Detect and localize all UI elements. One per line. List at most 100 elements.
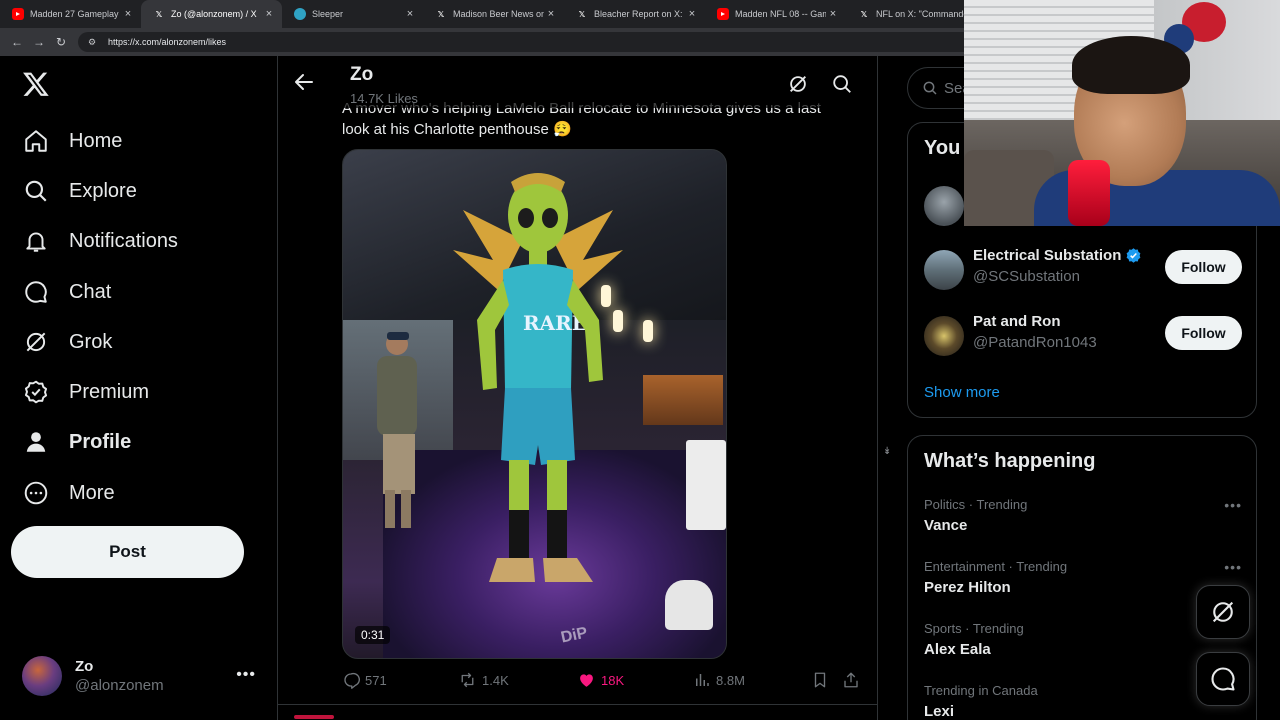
repost-button[interactable]: 1.4K <box>458 668 509 692</box>
avatar <box>924 186 964 226</box>
user-handle: @PatandRon1043 <box>973 334 1097 351</box>
card-title: What’s happening <box>924 450 1096 472</box>
bell-icon <box>22 227 50 255</box>
close-tab-icon[interactable]: × <box>262 8 276 20</box>
browser-tab[interactable]: Madden 27 Gameplay H2H × <box>0 0 141 28</box>
account-switcher[interactable]: Zo @alonzonem ••• <box>22 654 262 698</box>
left-navigation: Home Explore Notifications Chat Grok Pre… <box>0 56 278 720</box>
forward-arrow-icon[interactable]: → <box>28 31 50 53</box>
nav-home[interactable]: Home <box>22 121 122 161</box>
grok-icon <box>1212 601 1234 623</box>
reply-button[interactable]: 571 <box>342 668 387 692</box>
account-name: Zo <box>75 658 94 675</box>
browser-tab[interactable]: Madden NFL 08 -- Gamep × <box>705 0 846 28</box>
nav-chat[interactable]: Chat <box>22 272 111 312</box>
site-info-icon[interactable]: ⚙ <box>88 37 100 47</box>
chat-floating-button[interactable] <box>1196 652 1250 706</box>
heart-filled-icon <box>580 674 593 687</box>
nav-premium[interactable]: Premium <box>22 372 149 412</box>
likes-count: 14.7K Likes <box>350 91 418 106</box>
x-icon: 𝕏 <box>860 9 868 19</box>
tweet-actions: 571 1.4K 18K 8.8M <box>342 668 862 692</box>
home-icon <box>22 127 50 155</box>
like-button[interactable]: 18K <box>577 668 624 692</box>
bar-chart-icon <box>696 674 709 686</box>
browser-tab-active[interactable]: 𝕏 Zo (@alonzonem) / X × <box>141 0 282 28</box>
kettle <box>665 580 713 630</box>
x-icon: 𝕏 <box>578 9 586 19</box>
x-icon: 𝕏 <box>437 9 445 19</box>
webcam-overlay <box>964 0 1280 226</box>
reload-icon[interactable]: ↻ <box>50 31 72 53</box>
sleeper-icon <box>294 8 306 20</box>
nav-grok[interactable]: Grok <box>22 322 112 362</box>
avatar <box>22 656 62 696</box>
close-tab-icon[interactable]: × <box>544 8 558 20</box>
back-arrow-icon[interactable]: ← <box>6 31 28 53</box>
close-tab-icon[interactable]: × <box>826 8 840 20</box>
search-icon <box>22 177 50 205</box>
user-name: Pat and Ron <box>973 313 1061 330</box>
chat-icon <box>1211 667 1235 691</box>
youtube-icon <box>12 8 24 20</box>
nav-explore[interactable]: Explore <box>22 171 137 211</box>
follow-button[interactable]: Follow <box>1165 316 1242 350</box>
account-handle: @alonzonem <box>75 677 164 694</box>
card-title: You <box>924 137 961 159</box>
paper-towel <box>686 440 726 530</box>
share-button[interactable] <box>842 668 865 692</box>
bookmark-icon <box>814 672 826 688</box>
verified-icon <box>1127 248 1141 263</box>
more-dots-icon[interactable]: ••• <box>236 666 256 684</box>
main-timeline: A mover who's helping LaMelo Ball reloca… <box>278 56 878 720</box>
browser-tab[interactable]: Sleeper × <box>282 0 423 28</box>
chat-icon <box>22 278 50 306</box>
suggested-user-row[interactable]: Electrical Substation @SCSubstation Foll… <box>924 246 1244 294</box>
nav-profile[interactable]: Profile <box>22 422 131 462</box>
youtube-icon <box>717 8 729 20</box>
follow-button[interactable]: Follow <box>1165 250 1242 284</box>
share-icon <box>844 672 858 688</box>
search-icon <box>923 81 937 95</box>
close-tab-icon[interactable]: × <box>403 8 417 20</box>
user-handle: @SCSubstation <box>973 268 1080 285</box>
page-title: Zo <box>350 64 374 85</box>
show-more-link[interactable]: Show more <box>924 384 1000 401</box>
close-tab-icon[interactable]: × <box>121 8 135 20</box>
microphone <box>1068 160 1110 226</box>
more-dots-icon[interactable]: ••• <box>1224 497 1242 513</box>
more-circle-icon <box>22 479 50 507</box>
search-icon[interactable] <box>831 73 853 95</box>
more-dots-icon[interactable]: ••• <box>1224 559 1242 575</box>
views-button[interactable]: 8.8M <box>693 668 745 692</box>
bookmark-button[interactable] <box>811 668 834 692</box>
nav-more[interactable]: More <box>22 473 115 513</box>
video-duration: 0:31 <box>355 626 391 644</box>
grok-icon <box>22 328 50 356</box>
grok-floating-button[interactable] <box>1196 585 1250 639</box>
trend-item[interactable]: Politics · Trending Vance ••• <box>924 497 1244 543</box>
close-tab-icon[interactable]: × <box>685 8 699 20</box>
mover-person <box>377 332 417 528</box>
reply-icon <box>344 672 360 689</box>
address-bar[interactable]: ⚙ https://x.com/alonzonem/likes <box>78 32 978 52</box>
tweet-video[interactable]: RARE DiP 0:31 <box>342 149 727 659</box>
grok-icon[interactable] <box>787 73 809 95</box>
repost-icon <box>461 672 474 688</box>
back-arrow-icon[interactable] <box>292 70 316 94</box>
x-logo-icon[interactable] <box>22 70 50 98</box>
browser-tab[interactable]: 𝕏 Madison Beer News on X: × <box>423 0 564 28</box>
suggested-user-row[interactable]: Pat and Ron @PatandRon1043 Follow <box>924 312 1244 360</box>
x-icon: 𝕏 <box>155 9 163 19</box>
profile-header: Zo 14.7K Likes <box>278 56 877 108</box>
post-button[interactable]: Post <box>11 526 244 578</box>
avatar <box>924 316 964 356</box>
alien-statue: RARE <box>453 173 623 582</box>
nav-notifications[interactable]: Notifications <box>22 221 178 261</box>
browser-tab[interactable]: 𝕏 Bleacher Report on X: "Fo × <box>564 0 705 28</box>
url-text: https://x.com/alonzonem/likes <box>108 37 227 47</box>
next-tweet-peek <box>278 704 877 720</box>
user-name: Electrical Substation <box>973 247 1122 264</box>
person-icon <box>22 428 50 456</box>
scroll-indicator-icon[interactable]: ↡ <box>883 446 895 460</box>
